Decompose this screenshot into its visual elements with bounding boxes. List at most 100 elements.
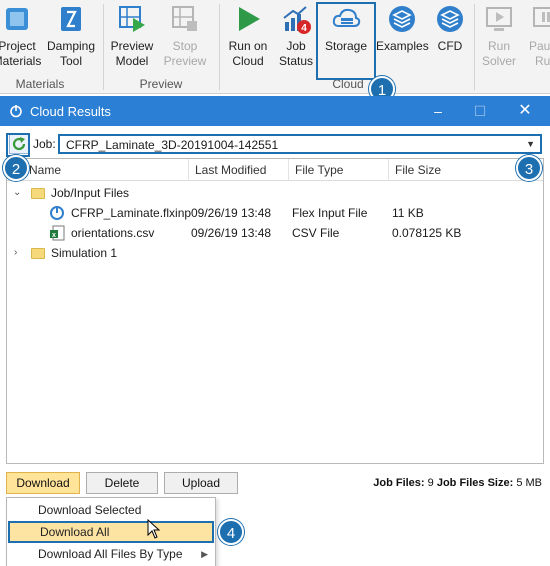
project-materials-button[interactable]: Project Materials (0, 4, 46, 69)
callout-highlight-refresh (6, 133, 30, 157)
job-status-badge: 4 (301, 23, 307, 34)
group-separator (474, 4, 475, 90)
job-status-label-2: Status (278, 54, 314, 68)
row-type: Flex Input File (292, 206, 368, 220)
row-modified: 09/26/19 13:48 (191, 206, 272, 220)
stop-preview-label-1: Stop (172, 39, 198, 53)
dialog-button-bar: Download Delete Upload Job Files: 9 Job … (0, 468, 550, 500)
pause-run-label-1: Pause (528, 39, 550, 53)
pause-run-icon (533, 7, 550, 27)
chevron-right-icon[interactable]: › (14, 243, 17, 263)
job-select-value: CFRP_Laminate_3D-20191004-142551 (66, 138, 279, 152)
delete-button[interactable]: Delete (86, 472, 158, 494)
damping-tool-label-2: Tool (59, 54, 82, 68)
table-row[interactable]: x orientations.csv 09/26/19 13:48 CSV Fi… (7, 223, 543, 243)
run-solver-label-2: Solver (481, 54, 516, 68)
preview-model-button[interactable]: Preview Model (106, 4, 158, 69)
group-separator (103, 4, 104, 90)
cfd-label: CFD (437, 39, 463, 53)
csv-file-icon: x (50, 225, 65, 241)
row-modified: 09/26/19 13:48 (191, 226, 272, 240)
run-solver-label-1: Run (487, 39, 510, 53)
group-label-materials: Materials (15, 77, 65, 91)
table-row[interactable]: › Simulation 1 (7, 243, 543, 263)
job-files-size-label: Job Files Size: (436, 477, 514, 489)
row-size: 11 KB (392, 206, 424, 220)
svg-text:x: x (52, 232, 56, 239)
stop-preview-button[interactable]: Stop Preview (160, 4, 210, 69)
table-row[interactable]: ⌄ Job/Input Files (7, 183, 543, 203)
job-status-label-1: Job (286, 39, 306, 53)
job-files-value: 9 (427, 477, 434, 489)
row-name: orientations.csv (71, 226, 155, 240)
chevron-down-icon: ▼ (526, 139, 535, 149)
app-power-icon (10, 105, 22, 118)
examples-label: Examples (376, 39, 429, 53)
row-name: Simulation 1 (51, 246, 118, 260)
job-status-icon: 4 (283, 6, 311, 34)
damping-icon (61, 7, 81, 31)
job-files-size-value: 5 MB (516, 477, 542, 489)
job-files-label: Job Files: (373, 477, 425, 489)
dialog-title: Cloud Results (30, 104, 111, 119)
maximize-icon[interactable]: ☐ (470, 101, 490, 121)
callout-badge-2: 2 (3, 155, 29, 181)
job-summary: Job Files: 9 Job Files Size: 5 MB (373, 477, 542, 489)
row-name: Job/Input Files (51, 186, 130, 200)
examples-icon (389, 6, 415, 32)
menu-item-download-all[interactable]: Download All (8, 521, 214, 543)
callout-highlight-storage (316, 2, 376, 80)
chevron-down-icon[interactable]: ⌄ (13, 183, 21, 203)
stop-preview-icon (172, 6, 197, 31)
column-header-type[interactable]: File Type (289, 159, 389, 181)
damping-tool-button[interactable]: Damping Tool (43, 4, 99, 69)
mouse-cursor-icon (147, 519, 161, 539)
job-row: Job: CFRP_Laminate_3D-20191004-142551 ▼ (6, 132, 544, 156)
column-header-name[interactable]: Name (7, 159, 189, 181)
download-button[interactable]: Download (6, 472, 80, 494)
pause-run-label-2: Run (534, 54, 550, 68)
callout-badge-3: 3 (516, 155, 542, 181)
stop-preview-label-2: Preview (163, 54, 207, 68)
job-status-button[interactable]: 4 Job Status (275, 4, 317, 69)
damping-tool-label-1: Damping (46, 39, 96, 53)
column-header-modified[interactable]: Last Modified (189, 159, 289, 181)
callout-badge-4: 4 (218, 519, 244, 545)
minimize-icon[interactable]: – (428, 101, 448, 121)
job-select[interactable]: CFRP_Laminate_3D-20191004-142551 ▼ (58, 134, 542, 154)
project-materials-label-1: Project (0, 39, 36, 53)
folder-icon (31, 188, 45, 200)
menu-item-download-selected[interactable]: Download Selected (8, 499, 214, 521)
run-on-cloud-label-1: Run on (228, 39, 268, 53)
table-row[interactable]: CFRP_Laminate.flxinp 09/26/19 13:48 Flex… (7, 203, 543, 223)
close-icon[interactable]: ✕ (515, 101, 535, 121)
upload-button[interactable]: Upload (164, 472, 238, 494)
group-separator (219, 4, 220, 90)
ribbon-toolbar: Project Materials Damping Tool Preview M… (0, 0, 550, 94)
preview-model-icon (119, 6, 145, 32)
preview-model-label-1: Preview (110, 39, 154, 53)
menu-item-download-by-type[interactable]: Download All Files By Type ▶ (8, 543, 214, 565)
submenu-arrow-icon: ▶ (201, 549, 208, 559)
dialog-titlebar: Cloud Results – ☐ ✕ (0, 96, 550, 126)
row-name: CFRP_Laminate.flxinp (71, 206, 192, 220)
download-dropdown-menu: Download Selected Download All Download … (6, 497, 216, 566)
flex-input-file-icon (50, 206, 64, 220)
run-solver-button[interactable]: Run Solver (477, 4, 521, 69)
materials-icon (6, 8, 28, 30)
row-type: CSV File (292, 226, 340, 240)
pause-run-button[interactable]: Pause Run (524, 4, 550, 69)
run-solver-icon (486, 7, 512, 31)
file-tree-table: Name Last Modified File Type File Size ⌄… (6, 158, 544, 464)
run-play-icon (239, 7, 260, 31)
run-on-cloud-label-2: Cloud (232, 54, 264, 68)
preview-model-label-2: Model (115, 54, 149, 68)
run-on-cloud-button[interactable]: Run on Cloud (224, 4, 272, 69)
menu-item-download-by-type-label: Download All Files By Type (38, 547, 183, 561)
cfd-button[interactable]: CFD (430, 4, 470, 54)
table-header: Name Last Modified File Type File Size (7, 159, 543, 181)
group-label-preview: Preview (139, 77, 183, 91)
job-label: Job: (33, 137, 56, 151)
row-size: 0.078125 KB (392, 226, 462, 240)
examples-button[interactable]: Examples (376, 4, 429, 54)
